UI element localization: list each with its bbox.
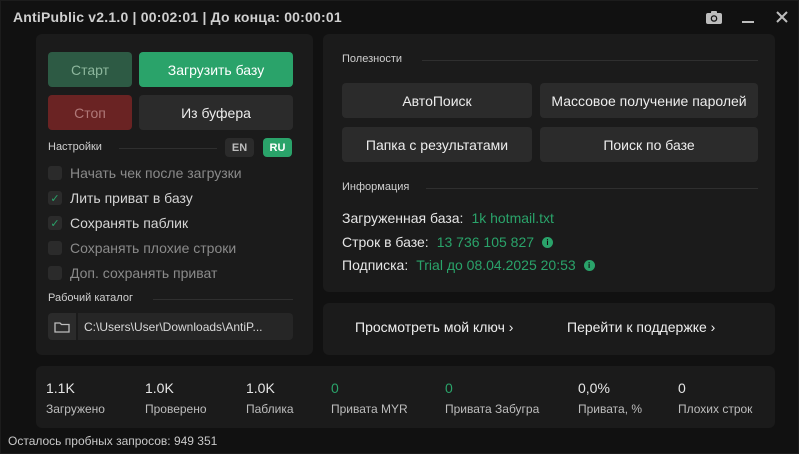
lang-en-button[interactable]: EN [225, 138, 254, 157]
utilities-divider [422, 60, 758, 61]
db-search-button[interactable]: Поиск по базе [540, 127, 758, 162]
lang-ru-button[interactable]: RU [263, 138, 292, 157]
stat-value: 0 [678, 380, 686, 396]
stat-label: Паблика [246, 402, 294, 416]
settings-divider [119, 148, 217, 149]
workdir-path[interactable]: C:\Users\User\Downloads\AntiP... [78, 313, 293, 340]
from-clipboard-button[interactable]: Из буфера [139, 95, 293, 130]
option-label: Лить приват в базу [70, 190, 193, 206]
stat-label: Привата MYR [331, 402, 408, 416]
stat-value: 0 [445, 380, 453, 396]
option-save-public[interactable]: ✓ Сохранять паблик [48, 214, 188, 232]
option-start-check-after-load[interactable]: Начать чек после загрузки [48, 164, 242, 182]
results-folder-button[interactable]: Папка с результатами [342, 127, 532, 162]
folder-icon[interactable] [48, 313, 76, 340]
lines-label: Строк в базе: [342, 234, 429, 250]
stat-private-abroad: 0 Привата Забугра [445, 380, 539, 416]
app-window: AntiPublic v2.1.0 | 00:02:01 | До конца:… [0, 0, 799, 454]
lines-row: Строк в базе: 13 736 105 827 i [342, 233, 554, 251]
checkbox[interactable] [48, 166, 62, 180]
close-icon[interactable] [772, 7, 792, 27]
window-controls [704, 7, 792, 27]
lines-value: 13 736 105 827 [436, 234, 535, 250]
window-title: AntiPublic v2.1.0 | 00:02:01 | До конца:… [13, 9, 342, 25]
checkbox[interactable] [48, 241, 62, 255]
workdir-field[interactable]: C:\Users\User\Downloads\AntiP... [48, 313, 293, 340]
stop-button[interactable]: Стоп [48, 95, 132, 130]
camera-icon[interactable] [704, 7, 724, 27]
stat-label: Привата, % [578, 402, 643, 416]
info-divider [426, 188, 758, 189]
stat-private-myr: 0 Привата MYR [331, 380, 408, 416]
checkbox[interactable] [48, 266, 62, 280]
info-icon[interactable]: i [583, 259, 595, 271]
support-link[interactable]: Перейти к поддержке › [567, 319, 715, 335]
loaded-db-label: Загруженная база: [342, 210, 464, 226]
checkbox-checked[interactable]: ✓ [48, 191, 62, 205]
stat-public: 1.0K Паблика [246, 380, 294, 416]
option-extra-save-private[interactable]: Доп. сохранять приват [48, 264, 217, 282]
utilities-title: Полезности [342, 53, 402, 65]
info-title: Информация [342, 181, 410, 193]
start-button[interactable]: Старт [48, 52, 132, 87]
stat-value: 0 [331, 380, 339, 396]
workdir-title: Рабочий каталог [48, 292, 133, 304]
minimize-icon[interactable] [738, 7, 758, 27]
stat-private-percent: 0,0% Привата, % [578, 380, 642, 416]
option-save-bad-lines[interactable]: Сохранять плохие строки [48, 239, 236, 257]
settings-title: Настройки [48, 141, 102, 153]
stat-label: Плохих строк [678, 402, 753, 416]
stat-value: 1.0K [246, 380, 275, 396]
stat-checked: 1.0K Проверено [145, 380, 207, 416]
subscription-value: Trial до 08.04.2025 20:53 [416, 257, 576, 273]
option-label: Сохранять паблик [70, 215, 189, 231]
checkbox-checked[interactable]: ✓ [48, 216, 62, 230]
stat-loaded: 1.1K Загружено [46, 380, 105, 416]
info-icon[interactable]: i [542, 236, 554, 248]
stat-bad-lines: 0 Плохих строк [678, 380, 752, 416]
stat-value: 1.1K [46, 380, 75, 396]
trial-requests-status: Осталось пробных запросов: 949 351 [8, 434, 218, 448]
subscription-row: Подписка: Trial до 08.04.2025 20:53 i [342, 256, 595, 274]
workdir-divider [153, 299, 293, 300]
title-bar[interactable]: AntiPublic v2.1.0 | 00:02:01 | До конца:… [1, 1, 799, 35]
option-private-to-db[interactable]: ✓ Лить приват в базу [48, 189, 193, 207]
stat-label: Загружено [46, 402, 105, 416]
option-label: Начать чек после загрузки [70, 165, 242, 181]
mass-passwords-button[interactable]: Массовое получение паролей [540, 83, 758, 118]
view-key-link[interactable]: Просмотреть мой ключ › [355, 319, 513, 335]
stat-label: Привата Забугра [445, 402, 540, 416]
loaded-db-row: Загруженная база: 1k hotmail.txt [342, 209, 554, 227]
subscription-label: Подписка: [342, 257, 409, 273]
option-label: Доп. сохранять приват [70, 265, 218, 281]
stat-value: 1.0K [145, 380, 174, 396]
autosearch-button[interactable]: АвтоПоиск [342, 83, 532, 118]
load-database-button[interactable]: Загрузить базу [139, 52, 293, 87]
stat-value: 0,0% [578, 380, 610, 396]
option-label: Сохранять плохие строки [70, 240, 237, 256]
loaded-db-value: 1k hotmail.txt [471, 210, 554, 226]
utilities-panel [323, 34, 775, 292]
stat-label: Проверено [145, 402, 207, 416]
